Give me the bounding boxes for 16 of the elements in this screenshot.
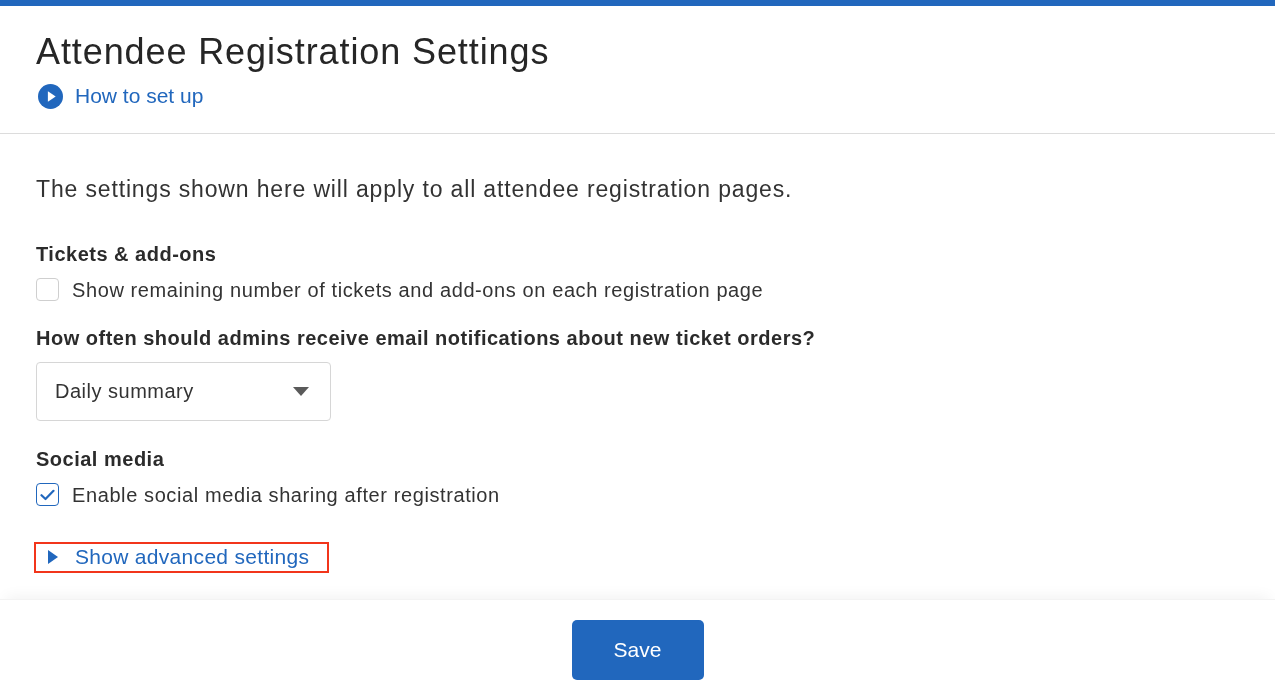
show-advanced-settings-link[interactable]: Show advanced settings <box>34 541 330 573</box>
checkbox-label: Enable social media sharing after registration <box>72 482 500 508</box>
caret-right-icon <box>48 550 58 564</box>
play-icon <box>38 83 63 109</box>
question-label: How often should admins receive email notifications about new ticket orders? <box>36 325 817 351</box>
section-heading: Tickets & add-ons <box>36 241 218 267</box>
checkmark-icon <box>40 488 55 501</box>
frequency-dropdown[interactable]: Daily summary <box>36 361 331 421</box>
description-text: The settings shown here will apply to all attendee registration pages. <box>36 174 794 203</box>
caret-down-icon <box>293 386 309 396</box>
checkbox[interactable] <box>36 483 59 506</box>
save-button[interactable]: Save <box>571 619 704 680</box>
page-title: Attendee Registration Settings <box>36 33 551 71</box>
section-heading: Social media <box>36 446 166 472</box>
how-to-set-up-link[interactable]: How to set up <box>36 82 204 110</box>
checkbox-label: Show remaining number of tickets and add-ons on each registration page <box>72 277 764 303</box>
